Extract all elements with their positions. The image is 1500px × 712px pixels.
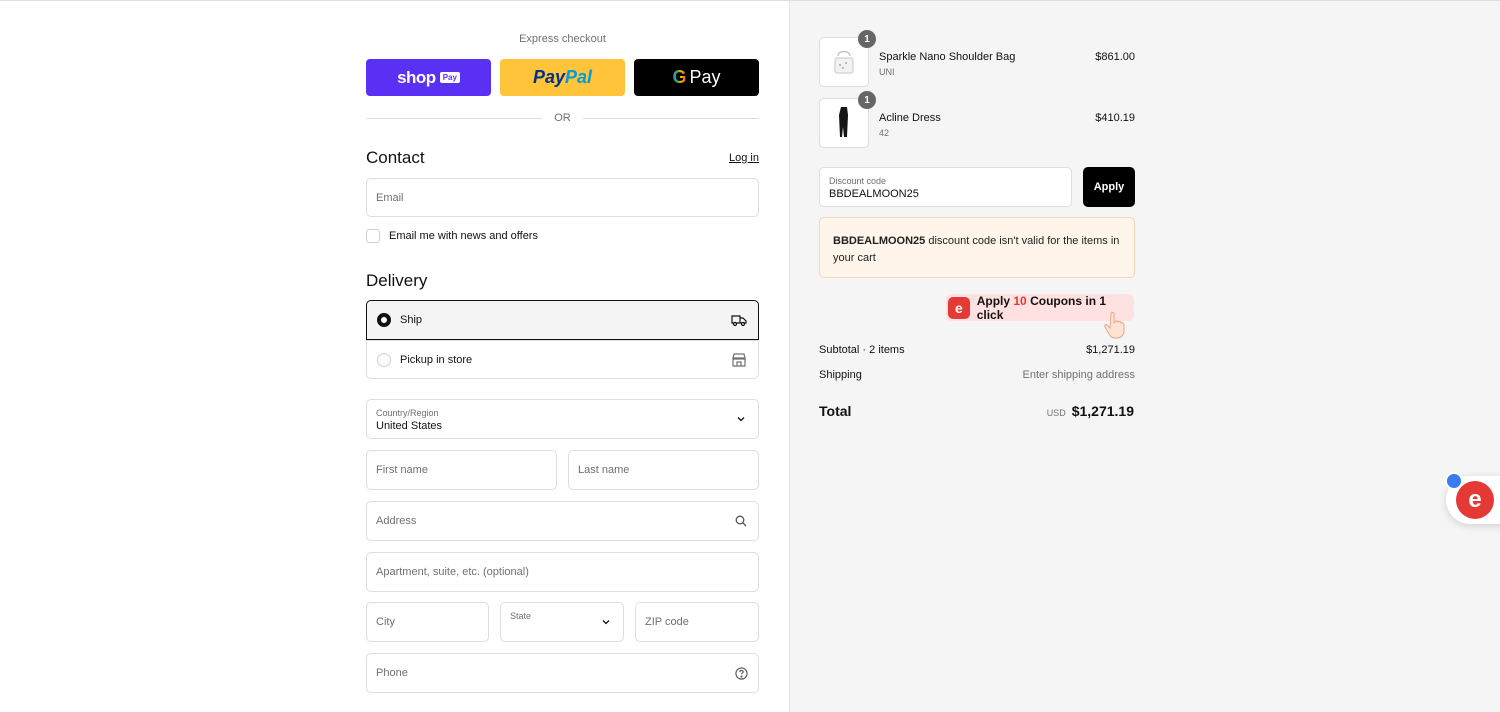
item-price: $861.00 bbox=[1095, 51, 1135, 63]
google-pay-wordmark: G Pay bbox=[672, 67, 721, 87]
truck-icon bbox=[731, 315, 747, 327]
google-pay-button[interactable]: G Pay bbox=[634, 59, 759, 96]
item-name: Sparkle Nano Shoulder Bag bbox=[879, 51, 1016, 63]
paypal-wordmark: PayPal bbox=[532, 67, 593, 87]
pickup-radio[interactable] bbox=[377, 353, 391, 367]
shop-pay-wordmark: shop bbox=[397, 67, 436, 87]
newsletter-checkbox[interactable] bbox=[366, 229, 380, 243]
login-link[interactable]: Log in bbox=[729, 152, 759, 164]
item-variant: 42 bbox=[879, 128, 890, 138]
coupon-extension-widget[interactable]: e bbox=[1445, 472, 1500, 524]
state-select[interactable]: State bbox=[500, 602, 624, 642]
shipping-label: Shipping bbox=[819, 369, 862, 381]
total-label: Total bbox=[819, 403, 852, 419]
zip-field[interactable]: ZIP code bbox=[635, 602, 759, 642]
cart-item: 1 Sparkle Nano Shoulder Bag UNI $861.00 bbox=[819, 30, 1135, 87]
delivery-option-ship[interactable]: Ship bbox=[366, 300, 759, 340]
shop-pay-button[interactable]: shop Pay bbox=[366, 59, 491, 96]
delivery-option-pickup[interactable]: Pickup in store bbox=[367, 340, 758, 379]
currency-code: USD bbox=[1046, 408, 1066, 418]
cart-item: 1 Acline Dress 42 $410.19 bbox=[819, 91, 1135, 148]
coupon-extension-logo-icon: e bbox=[1456, 481, 1494, 519]
coupon-extension-logo-icon: e bbox=[948, 296, 970, 319]
pointer-hand-icon bbox=[1104, 312, 1125, 339]
product-thumbnail: 1 bbox=[819, 91, 876, 148]
email-field[interactable]: Email bbox=[366, 178, 759, 217]
subtotal-row: Subtotal · 2 items $1,271.19 bbox=[819, 344, 1135, 356]
discount-code-field[interactable]: Discount code BBDEALMOON25 bbox=[819, 167, 1072, 207]
google-g-icon: G bbox=[672, 67, 687, 87]
store-icon bbox=[732, 353, 746, 367]
total-amount: USD $1,271.19 bbox=[1047, 403, 1134, 419]
or-divider: OR bbox=[366, 110, 759, 126]
phone-field[interactable]: Phone bbox=[366, 653, 759, 693]
delivery-heading: Delivery bbox=[366, 271, 428, 290]
subtotal-label: Subtotal · 2 items bbox=[819, 344, 905, 356]
total-value: $1,271.19 bbox=[1071, 403, 1134, 419]
first-name-field[interactable]: First name bbox=[366, 450, 557, 490]
shipping-row: Shipping Enter shipping address bbox=[819, 369, 1135, 381]
express-checkout-title: Express checkout bbox=[519, 33, 606, 45]
apartment-field[interactable]: Apartment, suite, etc. (optional) bbox=[366, 552, 759, 592]
ship-radio[interactable] bbox=[377, 313, 391, 327]
quantity-badge: 1 bbox=[858, 91, 876, 109]
contact-heading: Contact bbox=[366, 148, 425, 167]
last-name-field[interactable]: Last name bbox=[568, 450, 759, 490]
item-variant: UNI bbox=[879, 67, 895, 77]
chevron-down-icon bbox=[734, 412, 748, 426]
chevron-down-icon bbox=[599, 615, 613, 629]
apply-discount-button[interactable]: Apply bbox=[1083, 167, 1135, 207]
user-badge-icon bbox=[1445, 472, 1463, 490]
country-select[interactable]: Country/Region United States bbox=[366, 399, 759, 439]
discount-error-message: BBDEALMOON25 discount code isn't valid f… bbox=[819, 217, 1135, 278]
paypal-button[interactable]: PayPal bbox=[500, 59, 625, 96]
product-thumbnail: 1 bbox=[819, 30, 876, 87]
item-name: Acline Dress bbox=[879, 112, 941, 124]
search-icon bbox=[734, 514, 748, 528]
address-field[interactable]: Address bbox=[366, 501, 759, 541]
item-price: $410.19 bbox=[1095, 112, 1135, 124]
newsletter-label: Email me with news and offers bbox=[389, 230, 538, 242]
help-icon[interactable] bbox=[734, 666, 748, 680]
subtotal-value: $1,271.19 bbox=[1086, 344, 1135, 356]
delivery-method-group: Ship Pickup in store bbox=[366, 300, 759, 379]
quantity-badge: 1 bbox=[858, 30, 876, 48]
city-field[interactable]: City bbox=[366, 602, 489, 642]
shop-pay-badge: Pay bbox=[439, 72, 460, 83]
shipping-value: Enter shipping address bbox=[1022, 369, 1135, 381]
